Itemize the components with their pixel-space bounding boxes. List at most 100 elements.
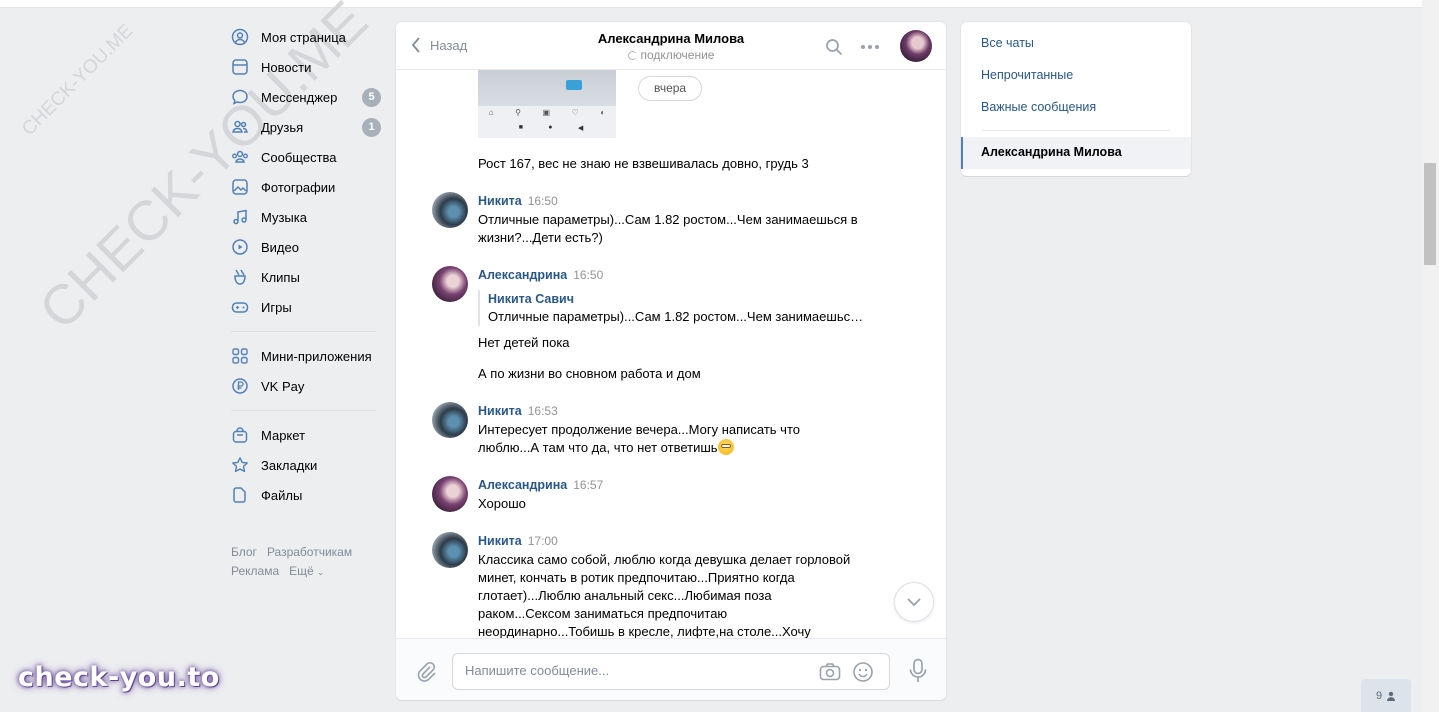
message-composer xyxy=(396,638,946,700)
apps-grid-icon xyxy=(231,347,249,365)
smile-icon[interactable] xyxy=(852,661,874,683)
message-text: Классика само собой, люблю когда девушка… xyxy=(478,551,868,638)
author-name: Никита xyxy=(478,194,522,208)
footer-blog-link[interactable]: Блог xyxy=(231,545,257,559)
chat-panel: Назад Александрина Милова подключение ⌂ … xyxy=(396,22,946,700)
message-history: ⌂ ⚲ ▣ ♡ ◐ ■ ● ◀ вчера Рост 167, вес не з… xyxy=(396,70,946,638)
message-line: люблю...А там что да, что нет ответишь xyxy=(478,439,868,457)
paperclip-icon[interactable] xyxy=(416,661,436,683)
clips-icon xyxy=(231,268,249,286)
nav-item-games[interactable]: Игры xyxy=(231,292,381,322)
forwarded-message[interactable]: Никита Савич Отличные параметры)...Сам 1… xyxy=(478,290,878,326)
message-author[interactable]: Никита 16:50 xyxy=(478,194,558,208)
photo-preview-button xyxy=(566,80,582,90)
nav-item-friends[interactable]: Друзья 1 xyxy=(231,112,381,142)
chat-status: подключение xyxy=(396,48,946,62)
chat-header: Назад Александрина Милова подключение xyxy=(396,22,946,70)
nav-item-my-page[interactable]: Моя страница xyxy=(231,22,381,52)
chat-filter-panel: Все чаты Непрочитанные Важные сообщения … xyxy=(961,22,1191,176)
active-chat-label: Александрина Милова xyxy=(981,145,1122,159)
nav-label: Игры xyxy=(261,299,292,315)
nav-item-photos[interactable]: Фотографии xyxy=(231,172,381,202)
active-chat-item[interactable]: Александрина Милова xyxy=(961,137,1191,169)
nav-item-mini-apps[interactable]: Мини-приложения xyxy=(231,341,381,371)
friends-badge: 1 xyxy=(362,118,381,137)
message-text: Рост 167, вес не знаю не взвешивалась до… xyxy=(478,156,809,171)
message-line: минет, кончать в ротик предпочитаю...При… xyxy=(478,570,795,585)
footer-more-link[interactable]: Ещё ⌄ xyxy=(289,564,324,578)
more-dots-icon[interactable] xyxy=(860,44,880,50)
nav-item-bookmarks[interactable]: Закладки xyxy=(231,450,381,480)
photo-attachment[interactable]: ⌂ ⚲ ▣ ♡ ◐ ■ ● ◀ xyxy=(478,70,616,138)
nav-label: Музыка xyxy=(261,209,307,225)
nav-label: Мини-приложения xyxy=(261,348,372,364)
nav-label: Сообщества xyxy=(261,149,337,165)
filter-unread[interactable]: Непрочитанные xyxy=(981,68,1073,82)
message-line: раком...Сексом заниматься предпочитаю xyxy=(478,606,728,621)
avatar[interactable] xyxy=(432,266,468,302)
filter-all-chats[interactable]: Все чаты xyxy=(981,36,1034,50)
message-author[interactable]: Никита 16:53 xyxy=(478,404,558,418)
nav-label: Мессенджер xyxy=(261,89,338,105)
music-icon xyxy=(231,208,249,226)
nav-footer: Блог Разработчикам Реклама Ещё ⌄ xyxy=(231,543,381,582)
nav-item-news[interactable]: Новости xyxy=(231,52,381,82)
file-icon xyxy=(231,486,249,504)
photo-preview-nav: ■ ● ◀ xyxy=(506,124,596,132)
message-time: 16:50 xyxy=(527,194,558,208)
photo-icon xyxy=(231,178,249,196)
avatar[interactable] xyxy=(432,476,468,512)
forwarded-text: Отличные параметры)...Сам 1.82 ростом...… xyxy=(488,309,868,324)
nav-item-video[interactable]: Видео xyxy=(231,232,381,262)
nav-item-market[interactable]: Маркет xyxy=(231,420,381,450)
nav-item-clips[interactable]: Клипы xyxy=(231,262,381,292)
brand-watermark: check-you.to xyxy=(18,662,220,693)
message-line: неординарно...Тобишь в кресле, лифте,на … xyxy=(478,624,811,638)
message-author[interactable]: Александрина 16:50 xyxy=(478,268,603,282)
nav-item-messenger[interactable]: Мессенджер 5 xyxy=(231,82,381,112)
nav-item-communities[interactable]: Сообщества xyxy=(231,142,381,172)
author-name: Александрина xyxy=(478,268,568,282)
photo-square-icon: ■ xyxy=(518,124,523,131)
nav-item-music[interactable]: Музыка xyxy=(231,202,381,232)
nav-label: Файлы xyxy=(261,487,303,503)
microphone-icon[interactable] xyxy=(908,658,928,684)
message-line-text: люблю...А там что да, что нет ответишь xyxy=(478,440,718,455)
nav-label: Клипы xyxy=(261,269,300,285)
message-time: 16:53 xyxy=(527,404,558,418)
message-author[interactable]: Александрина 16:57 xyxy=(478,478,603,492)
footer-dev-link[interactable]: Разработчикам xyxy=(267,545,352,559)
photo-heart-icon: ♡ xyxy=(571,108,579,117)
online-count: 9 xyxy=(1375,689,1383,702)
page-scrollbar[interactable] xyxy=(1422,0,1439,712)
message-time: 16:50 xyxy=(573,268,604,282)
nav-label: Новости xyxy=(261,59,312,75)
chat-bubble-icon xyxy=(231,88,249,106)
scrollbar-thumb[interactable] xyxy=(1424,163,1436,265)
filter-important[interactable]: Важные сообщения xyxy=(981,100,1096,114)
scroll-down-button[interactable] xyxy=(894,582,934,622)
message-author[interactable]: Никита 17:00 xyxy=(478,534,558,548)
filter-divider xyxy=(981,130,1171,131)
groups-icon xyxy=(231,148,249,166)
nav-item-files[interactable]: Файлы xyxy=(231,480,381,510)
message-line: Интересует продолжение вечера...Могу нап… xyxy=(478,422,800,437)
date-separator: вчера xyxy=(638,76,703,101)
message-input[interactable] xyxy=(465,663,805,678)
search-icon[interactable] xyxy=(825,38,843,56)
nav-item-vkpay[interactable]: VK Pay xyxy=(231,371,381,401)
top-header-bar xyxy=(0,0,1422,8)
camera-icon[interactable] xyxy=(819,662,841,682)
message-time: 16:57 xyxy=(573,478,604,492)
photo-profile-icon: ◐ xyxy=(600,108,606,117)
online-friends-button[interactable]: 9 xyxy=(1361,679,1411,712)
message-line: Классика само собой, люблю когда девушка… xyxy=(478,552,851,567)
avatar[interactable] xyxy=(432,402,468,438)
avatar[interactable] xyxy=(432,192,468,228)
nav-divider xyxy=(231,331,376,332)
footer-ads-link[interactable]: Реклама xyxy=(231,564,279,578)
chat-avatar[interactable] xyxy=(900,30,932,62)
avatar[interactable] xyxy=(432,532,468,568)
photo-preview-icons: ⌂ ⚲ ▣ ♡ ◐ xyxy=(478,108,616,117)
chevron-down-icon: ⌄ xyxy=(316,567,325,577)
